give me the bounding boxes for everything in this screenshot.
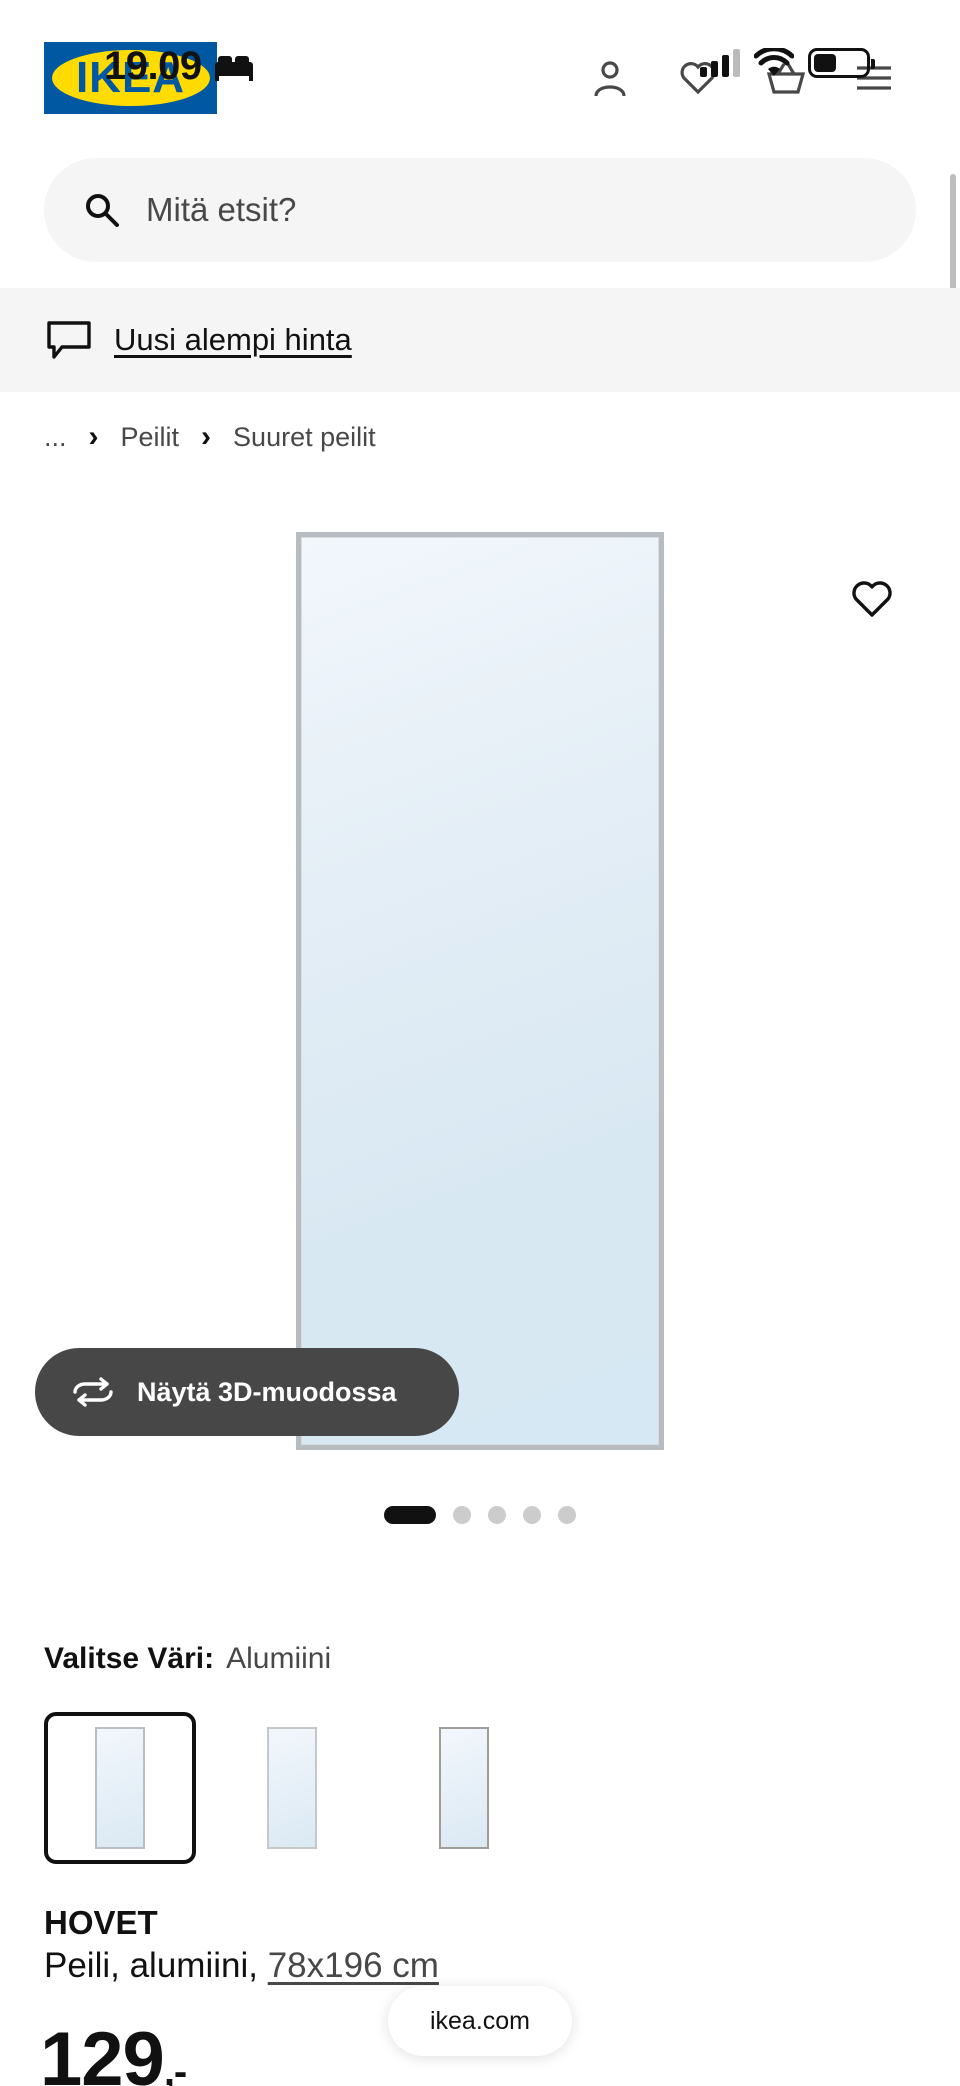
profile-icon[interactable] bbox=[584, 52, 636, 104]
breadcrumb-item[interactable]: ... bbox=[44, 422, 67, 453]
speech-bubble-icon bbox=[47, 321, 91, 359]
swatch-black[interactable] bbox=[388, 1712, 540, 1864]
pagination-dot[interactable] bbox=[558, 1506, 576, 1524]
browser-url-bar[interactable]: ikea.com bbox=[388, 1986, 572, 2056]
swatch-white[interactable] bbox=[216, 1712, 368, 1864]
pagination-dot-active[interactable] bbox=[384, 1506, 436, 1524]
search-placeholder: Mitä etsit? bbox=[146, 191, 297, 228]
add-to-favourites-button[interactable] bbox=[846, 574, 898, 626]
color-value: Alumiini bbox=[226, 1642, 332, 1675]
swatch-aluminium[interactable] bbox=[44, 1712, 196, 1864]
product-description: Peili, alumiini, 78x196 cm bbox=[44, 1946, 439, 1986]
status-time: 19.09 bbox=[104, 44, 202, 88]
product-page: 19.09 IKEA Mitä etsit? Uusi alempi hinta… bbox=[0, 0, 960, 2086]
product-image bbox=[296, 532, 664, 1450]
color-label: Valitse Väri: bbox=[44, 1642, 215, 1675]
breadcrumb: ... › Peilit › Suuret peilit bbox=[44, 420, 376, 454]
pagination-dot[interactable] bbox=[453, 1506, 471, 1524]
wifi-icon bbox=[754, 48, 794, 76]
price-value: 129 bbox=[40, 2017, 165, 2086]
promo-banner[interactable]: Uusi alempi hinta bbox=[0, 288, 960, 392]
product-price: 129,- bbox=[40, 2016, 187, 2086]
sleep-icon bbox=[214, 54, 254, 87]
heart-icon bbox=[852, 581, 892, 617]
pagination-dot[interactable] bbox=[523, 1506, 541, 1524]
product-name: HOVET bbox=[44, 1904, 158, 1941]
color-swatches bbox=[44, 1712, 540, 1864]
promo-link[interactable]: Uusi alempi hinta bbox=[114, 322, 352, 358]
breadcrumb-item[interactable]: Peilit bbox=[121, 422, 180, 453]
color-selector-label: Valitse Väri: Alumiini bbox=[44, 1642, 331, 1676]
price-suffix: ,- bbox=[163, 2050, 187, 2086]
gallery-pagination bbox=[384, 1506, 576, 1524]
pagination-dot[interactable] bbox=[488, 1506, 506, 1524]
product-dimensions-link[interactable]: 78x196 cm bbox=[268, 1946, 439, 1985]
search-input[interactable]: Mitä etsit? bbox=[44, 158, 916, 262]
breadcrumb-item[interactable]: Suuret peilit bbox=[233, 422, 376, 453]
view-3d-button[interactable]: Näytä 3D-muodossa bbox=[35, 1348, 459, 1436]
product-image-gallery[interactable] bbox=[0, 520, 960, 1480]
rotate-3d-icon bbox=[73, 1377, 113, 1407]
chevron-right-icon: › bbox=[201, 420, 212, 453]
view-3d-label: Näytä 3D-muodossa bbox=[137, 1376, 397, 1407]
product-type: Peili, alumiini, bbox=[44, 1946, 258, 1985]
search-icon bbox=[86, 194, 119, 227]
status-indicators bbox=[700, 48, 875, 78]
chevron-right-icon: › bbox=[88, 420, 99, 453]
battery-icon bbox=[808, 48, 875, 78]
cellular-signal-icon bbox=[700, 49, 740, 77]
